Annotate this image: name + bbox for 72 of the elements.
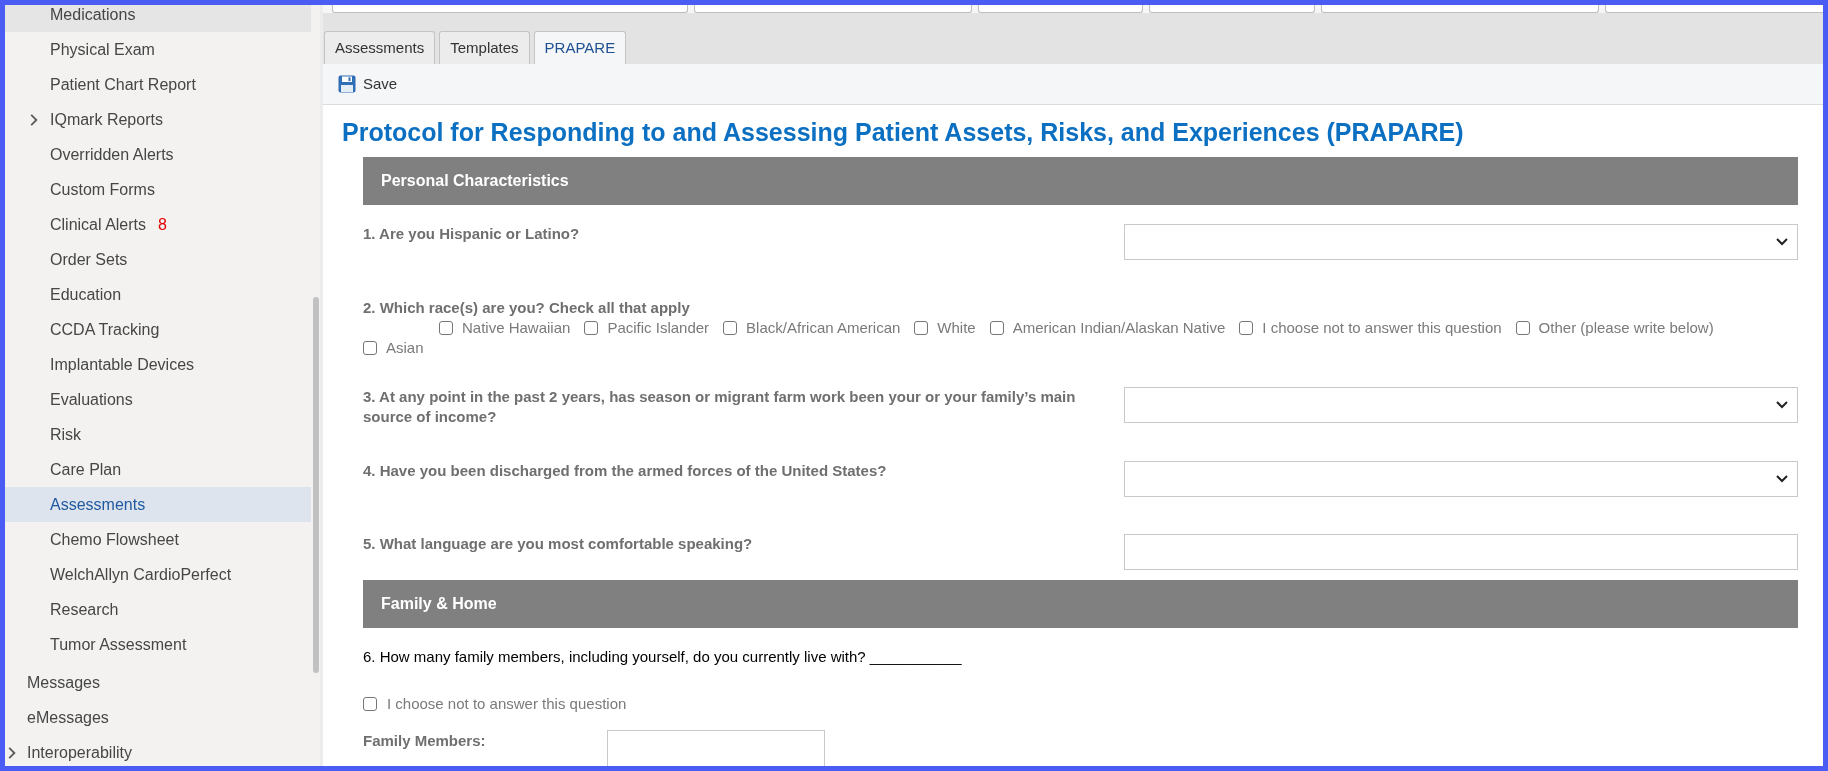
checkbox[interactable] <box>363 697 377 711</box>
tab[interactable]: PRAPARE <box>533 31 627 64</box>
sidebar-item[interactable]: Care Plan <box>5 452 311 487</box>
text-input-field[interactable] <box>978 5 1143 13</box>
checkbox[interactable] <box>439 321 453 335</box>
sidebar-item[interactable]: Chemo Flowsheet <box>5 522 311 557</box>
text-input-field[interactable] <box>1124 534 1798 570</box>
field-label: Family Members: <box>363 731 487 751</box>
dropdown[interactable] <box>1124 461 1798 497</box>
dropdown[interactable] <box>1124 224 1798 260</box>
sidebar-item[interactable]: Research <box>5 592 311 627</box>
checkbox[interactable] <box>584 321 599 335</box>
question-label: 4. Have you been discharged from the armed forces of the United States? <box>363 461 888 481</box>
question-label: 1. Are you Hispanic or Latino? <box>363 224 581 244</box>
question-text: 6. How many family members, including yourself, do you currently live with? ___________ <box>363 647 963 667</box>
checkbox[interactable] <box>989 321 1004 335</box>
option-label: Black/African American <box>746 318 901 338</box>
option-label: I choose not to answer this question <box>387 693 627 714</box>
option-label: I choose not to answer this question <box>1262 318 1502 338</box>
sidebar-item[interactable]: Risk <box>5 417 311 452</box>
sidebar-item[interactable]: Education <box>5 277 311 312</box>
alert-count: 8 <box>158 214 167 235</box>
sidebar-item[interactable]: Interoperability <box>5 735 311 766</box>
section-header: Personal Characteristics <box>363 157 1798 205</box>
sidebar-item[interactable]: Tumor Assessment <box>5 627 311 662</box>
tab[interactable]: Assessments <box>324 31 436 64</box>
scrollbar[interactable] <box>313 297 319 673</box>
option-label: American Indian/Alaskan Native <box>1012 318 1226 338</box>
chevron-right-icon <box>8 746 16 759</box>
text-input-field[interactable] <box>1321 5 1599 13</box>
text-input-field[interactable] <box>1149 5 1315 13</box>
sidebar-item[interactable]: Evaluations <box>5 382 311 417</box>
option-label: Asian <box>386 338 424 358</box>
option-label: Other (please write below) <box>1538 318 1714 338</box>
tab[interactable]: Templates <box>439 31 530 64</box>
text-input-field[interactable] <box>332 5 688 13</box>
sidebar-item[interactable]: Messages <box>5 665 311 700</box>
chevron-down-icon <box>1776 238 1788 246</box>
text-input-field[interactable] <box>607 730 825 766</box>
sidebar-item[interactable]: eMessages <box>5 700 311 735</box>
dropdown[interactable] <box>1124 387 1798 423</box>
sidebar-item[interactable]: Patient Chart Report <box>5 67 311 102</box>
save-button[interactable]: Save <box>338 72 398 96</box>
section-header: Family & Home <box>363 580 1798 628</box>
checkbox[interactable] <box>363 341 377 355</box>
sidebar-item[interactable]: WelchAllyn CardioPerfect <box>5 557 311 592</box>
sidebar-item[interactable]: Clinical Alerts 8 <box>5 207 311 242</box>
question-label: 5. What language are you most comfortable speaking? <box>363 534 754 554</box>
chevron-down-icon <box>1776 401 1788 409</box>
text-input-field[interactable] <box>694 5 972 13</box>
sidebar-item[interactable]: Custom Forms <box>5 172 311 207</box>
sidebar-item[interactable]: Overridden Alerts <box>5 137 311 172</box>
checkbox[interactable] <box>1515 321 1530 335</box>
question-label: 3. At any point in the past 2 years, has season or migrant farm work been your or your family’s main source of income? <box>363 387 1077 427</box>
sidebar-item[interactable]: Assessments <box>5 487 311 522</box>
sidebar-item[interactable]: Medications <box>5 5 311 32</box>
sidebar-item[interactable]: CCDA Tracking <box>5 312 311 347</box>
sidebar-item[interactable]: Order Sets <box>5 242 311 277</box>
sidebar-item[interactable]: Physical Exam <box>5 32 311 67</box>
chevron-right-icon <box>30 113 38 126</box>
checkbox[interactable] <box>1239 321 1254 335</box>
option-label: White <box>937 318 976 338</box>
checkbox[interactable] <box>723 321 738 335</box>
checkbox[interactable] <box>914 321 929 335</box>
text-input-field[interactable] <box>1605 5 1823 13</box>
sidebar-item[interactable]: Implantable Devices <box>5 347 311 382</box>
option-label: Pacific Islander <box>607 318 710 338</box>
question-label: 2. Which race(s) are you? Check all that apply <box>363 298 691 318</box>
option-label: Native Hawaiian <box>462 318 571 338</box>
sidebar-item[interactable]: IQmark Reports <box>5 102 311 137</box>
form-title: Protocol for Responding to and Assessing Patient Assets, Risks, and Experiences (PRAPARE) <box>341 117 1465 147</box>
chevron-down-icon <box>1776 475 1788 483</box>
